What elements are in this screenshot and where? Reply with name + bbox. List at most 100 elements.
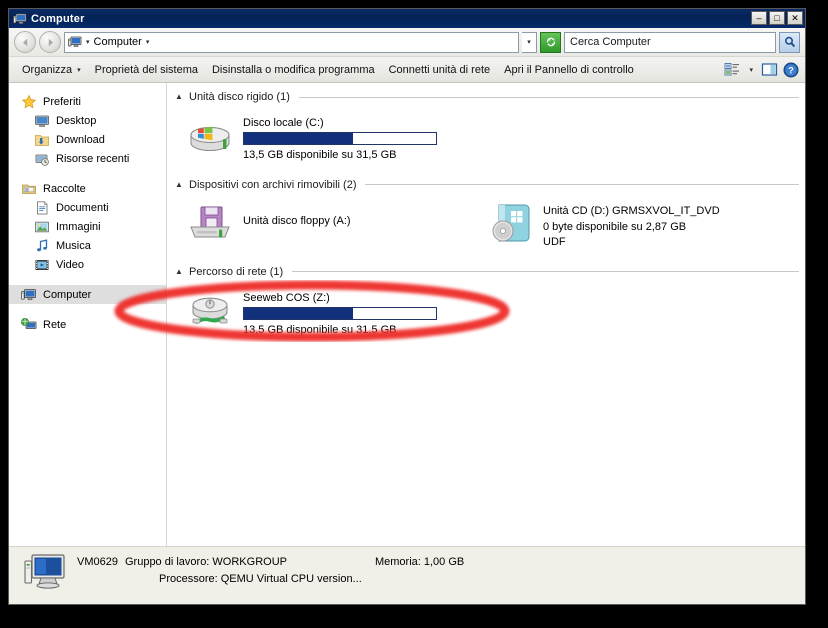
pictures-icon bbox=[34, 219, 50, 235]
drive-meta: Unità disco floppy (A:) bbox=[243, 201, 351, 230]
memory-label: Memoria: 1,00 GB bbox=[374, 556, 465, 568]
command-toolbar: Organizza ▾ Proprietà del sistema Disins… bbox=[9, 57, 805, 83]
drive-capacity-text: 13,5 GB disponibile su 31,5 GB bbox=[243, 323, 397, 336]
recent-places-icon bbox=[34, 151, 50, 167]
group-title: Dispositivi con archivi rimovibili (2) bbox=[189, 178, 357, 191]
chevron-down-icon[interactable]: ▾ bbox=[86, 38, 90, 46]
cd-drive-icon bbox=[485, 201, 535, 245]
collapse-triangle-icon[interactable]: ▲ bbox=[175, 93, 184, 101]
window-title: Computer bbox=[31, 12, 85, 25]
file-list-pane[interactable]: ▲ Unità disco rigido (1) Disco locale (C… bbox=[167, 83, 805, 546]
drive-meta: Seeweb COS (Z:) 13,5 GB disponibile su 3… bbox=[243, 288, 437, 338]
drive-item-floppy-a[interactable]: Unità disco floppy (A:) bbox=[175, 195, 475, 260]
drive-usage-bar bbox=[243, 132, 437, 145]
group-divider bbox=[298, 96, 799, 98]
computer-large-icon bbox=[23, 553, 67, 593]
drive-usage-fill bbox=[244, 307, 354, 319]
star-icon bbox=[21, 94, 37, 110]
desktop-icon bbox=[34, 113, 50, 129]
sidebar-item-raccolte[interactable]: Raccolte bbox=[9, 179, 166, 198]
sidebar-item-label: Desktop bbox=[56, 114, 97, 127]
group-header-removable-devices[interactable]: ▲ Dispositivi con archivi rimovibili (2) bbox=[175, 179, 805, 191]
drive-name: Unità disco floppy (A:) bbox=[243, 214, 351, 227]
status-text-block: VM0629 Gruppo di lavoro: WORKGROUP Memor… bbox=[77, 553, 464, 585]
search-input[interactable]: Cerca Computer bbox=[564, 31, 776, 53]
collapse-triangle-icon[interactable]: ▲ bbox=[175, 180, 184, 189]
toolbar-label: Organizza bbox=[22, 63, 73, 76]
drive-meta: Unità CD (D:) GRMSXVOL_IT_DVD 0 byte dis… bbox=[543, 201, 720, 250]
music-icon bbox=[34, 238, 50, 254]
sidebar-item-desktop[interactable]: Desktop bbox=[9, 111, 166, 130]
group-divider bbox=[365, 184, 799, 186]
toolbar-item-proprieta-sistema[interactable]: Proprietà del sistema bbox=[88, 61, 205, 79]
download-folder-icon bbox=[34, 132, 50, 148]
close-button[interactable]: ✕ bbox=[787, 11, 803, 25]
sidebar-item-label: Risorse recenti bbox=[56, 152, 130, 165]
computer-icon bbox=[13, 12, 27, 26]
sidebar-item-label: Download bbox=[56, 133, 105, 146]
drive-name: Seeweb COS (Z:) bbox=[243, 291, 330, 304]
window-controls: – □ ✕ bbox=[751, 11, 803, 25]
sidebar-item-documenti[interactable]: Documenti bbox=[9, 198, 166, 217]
sidebar-item-label: Rete bbox=[43, 318, 67, 331]
forward-button[interactable] bbox=[39, 31, 61, 53]
sidebar-item-label: Preferiti bbox=[43, 95, 81, 108]
help-icon[interactable]: ? bbox=[782, 62, 799, 78]
toolbar-item-connetti-unita-rete[interactable]: Connetti unità di rete bbox=[382, 61, 498, 79]
drive-item-disco-locale-c[interactable]: Disco locale (C:) 13,5 GB disponibile su… bbox=[175, 107, 437, 173]
address-bar-row: ▾ Computer ▾ ▾ Cerca Computer bbox=[9, 28, 805, 57]
search-input-text[interactable]: Cerca Computer bbox=[570, 36, 651, 48]
svg-text:?: ? bbox=[788, 65, 794, 75]
toolbar-item-pannello-controllo[interactable]: Apri il Pannello di controllo bbox=[497, 61, 641, 79]
sidebar-item-label: Musica bbox=[56, 239, 91, 252]
refresh-button[interactable] bbox=[540, 31, 561, 53]
views-dropdown-button[interactable]: ▾ bbox=[741, 63, 761, 77]
group-items-network-location: Seeweb COS (Z:) 13,5 GB disponibile su 3… bbox=[175, 282, 805, 348]
chevron-down-icon[interactable]: ▾ bbox=[146, 38, 150, 46]
group-items-removable-devices: Unità disco floppy (A:) Unità CD (D:) GR… bbox=[175, 195, 805, 260]
sidebar-item-risorse-recenti[interactable]: Risorse recenti bbox=[9, 149, 166, 168]
views-icon[interactable] bbox=[724, 62, 741, 78]
sidebar-item-download[interactable]: Download bbox=[9, 130, 166, 149]
window-body: Preferiti Desktop Download Risorse recen… bbox=[9, 83, 805, 546]
sidebar-item-computer[interactable]: Computer bbox=[9, 285, 166, 304]
chevron-down-icon: ▾ bbox=[77, 66, 81, 74]
sidebar-item-preferiti[interactable]: Preferiti bbox=[9, 92, 166, 111]
network-icon bbox=[21, 317, 37, 333]
sidebar-item-rete[interactable]: Rete bbox=[9, 315, 166, 334]
minimize-button[interactable]: – bbox=[751, 11, 767, 25]
toolbar-item-disinstalla-programma[interactable]: Disinstalla o modifica programma bbox=[205, 61, 382, 79]
drive-item-seeweb-cos-z[interactable]: Seeweb COS (Z:) 13,5 GB disponibile su 3… bbox=[175, 282, 437, 348]
toolbar-item-organizza[interactable]: Organizza ▾ bbox=[15, 61, 88, 79]
drive-filesystem-text: UDF bbox=[543, 235, 566, 248]
breadcrumb-computer[interactable]: Computer bbox=[94, 36, 142, 48]
group-header-network-location[interactable]: ▲ Percorso di rete (1) bbox=[175, 266, 805, 278]
preview-pane-icon[interactable] bbox=[761, 62, 778, 78]
sidebar-item-label: Raccolte bbox=[43, 182, 86, 195]
sidebar-item-immagini[interactable]: Immagini bbox=[9, 217, 166, 236]
sidebar-item-label: Video bbox=[56, 258, 84, 271]
processor-label: Processore: QEMU Virtual CPU version... bbox=[159, 573, 362, 585]
sidebar-item-musica[interactable]: Musica bbox=[9, 236, 166, 255]
computer-icon bbox=[21, 287, 37, 303]
drive-capacity-text: 13,5 GB disponibile su 31,5 GB bbox=[243, 149, 397, 161]
drive-name: Unità CD (D:) GRMSXVOL_IT_DVD bbox=[543, 204, 720, 217]
sidebar-item-video[interactable]: Video bbox=[9, 255, 166, 274]
group-items-hard-disks: Disco locale (C:) 13,5 GB disponibile su… bbox=[175, 107, 805, 173]
workgroup-label: Gruppo di lavoro: WORKGROUP bbox=[124, 556, 287, 568]
address-history-dropdown[interactable]: ▾ bbox=[522, 31, 537, 53]
details-pane: VM0629 Gruppo di lavoro: WORKGROUP Memor… bbox=[9, 546, 805, 604]
group-header-hard-disks[interactable]: ▲ Unità disco rigido (1) bbox=[175, 91, 805, 103]
sidebar-item-label: Computer bbox=[43, 288, 92, 301]
maximize-button[interactable]: □ bbox=[769, 11, 785, 25]
back-button[interactable] bbox=[14, 31, 36, 53]
collapse-triangle-icon[interactable]: ▲ bbox=[175, 267, 184, 276]
title-bar: Computer – □ ✕ bbox=[9, 9, 805, 28]
search-icon[interactable] bbox=[779, 31, 800, 53]
nav-group-preferiti: Preferiti Desktop Download Risorse recen… bbox=[9, 92, 166, 168]
drive-item-cd-d[interactable]: Unità CD (D:) GRMSXVOL_IT_DVD 0 byte dis… bbox=[475, 195, 720, 260]
address-bar[interactable]: ▾ Computer ▾ bbox=[64, 31, 519, 53]
sidebar-item-label: Immagini bbox=[56, 220, 101, 233]
floppy-drive-icon bbox=[185, 201, 235, 245]
nav-group-raccolte: Raccolte Documenti Immagini Musica Video bbox=[9, 179, 166, 274]
